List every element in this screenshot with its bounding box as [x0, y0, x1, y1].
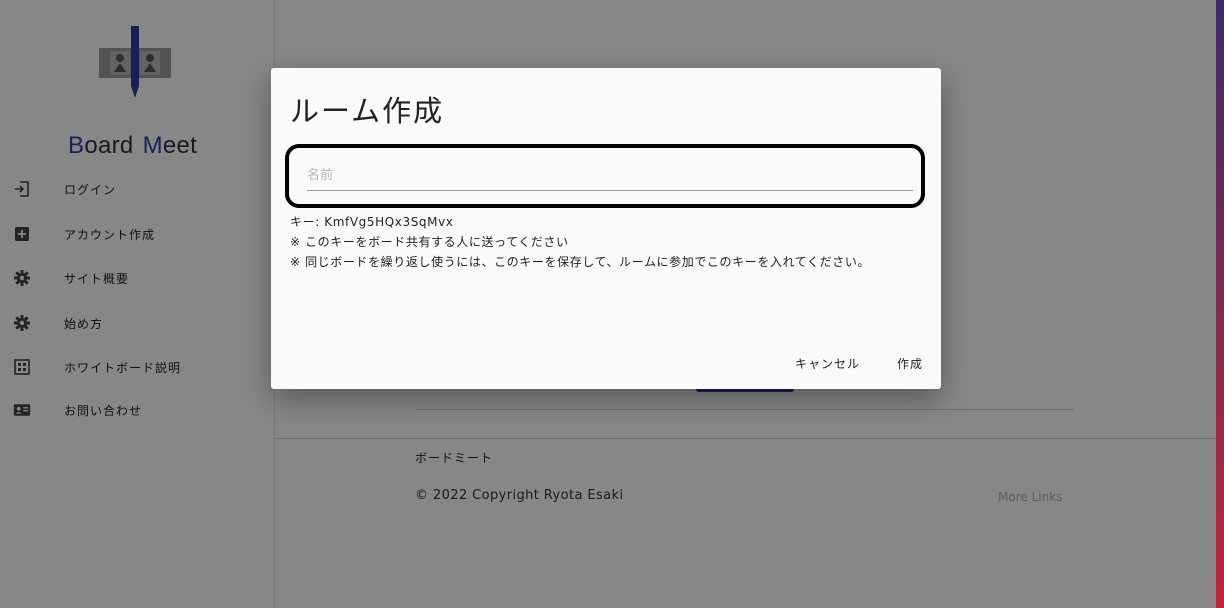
name-field-highlight	[285, 144, 925, 208]
window-edge	[1216, 0, 1224, 608]
input-underline	[307, 190, 913, 191]
dialog-title: ルーム作成	[290, 94, 445, 128]
room-key-text: キー: KmfVg5HQx3SqMvx	[290, 215, 454, 229]
save-key-note: ※ 同じボードを繰り返し使うには、このキーを保存して、ルームに参加でこのキーを入…	[290, 255, 871, 269]
share-note: ※ このキーをボード共有する人に送ってください	[290, 235, 569, 249]
name-input[interactable]	[307, 162, 913, 188]
create-room-dialog: ルーム作成 キー: KmfVg5HQx3SqMvx ※ このキーをボード共有する…	[271, 68, 941, 389]
create-button[interactable]: 作成	[897, 355, 923, 372]
cancel-button[interactable]: キャンセル	[795, 355, 860, 372]
